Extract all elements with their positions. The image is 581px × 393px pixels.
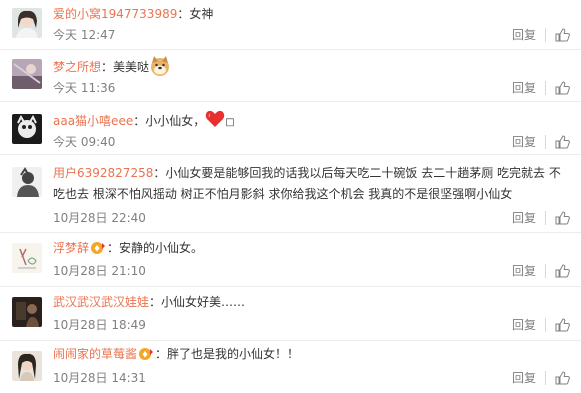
comment-body: 女神	[189, 7, 214, 21]
comment-text: 浮梦辞 ♦ ：安静的小仙女。	[53, 241, 204, 255]
comment-list: 爱的小窝1947733989：女神 今天 12:47 回复 梦之所想：美美哒 今…	[0, 0, 581, 393]
comment-actions: 回复	[512, 135, 575, 149]
like-button[interactable]	[546, 371, 575, 385]
avatar[interactable]	[12, 59, 42, 89]
thumbs-up-icon	[555, 28, 570, 42]
like-button[interactable]	[546, 318, 575, 332]
comment-actions: 回复	[512, 371, 575, 385]
thumbs-up-icon	[555, 371, 570, 385]
comment-time: 10月28日 18:49	[53, 318, 146, 332]
like-button[interactable]	[546, 28, 575, 42]
username-link[interactable]: 用户6392827258	[53, 166, 153, 180]
reply-button[interactable]: 回复	[512, 211, 546, 225]
comment-text: 梦之所想：美美哒	[53, 55, 563, 84]
comment-time: 今天 11:36	[53, 81, 116, 95]
comment-body: 美美哒	[113, 60, 150, 74]
reply-button[interactable]: 回复	[512, 28, 546, 42]
heart-icon	[205, 110, 225, 135]
comment-actions: 回复	[512, 264, 575, 278]
comment-time: 10月28日 21:10	[53, 264, 146, 278]
username-link[interactable]: aaa猫小嘻eee	[53, 114, 133, 128]
doge-icon	[149, 55, 171, 84]
comment-text: 武汉武汉武汉娃娃：小仙女好美……	[53, 295, 246, 309]
reply-button[interactable]: 回复	[512, 81, 546, 95]
username-link[interactable]: 武汉武汉武汉娃娃	[53, 295, 149, 309]
like-button[interactable]	[546, 81, 575, 95]
thumbs-up-icon	[555, 318, 570, 332]
reply-button[interactable]: 回复	[512, 318, 546, 332]
reply-button[interactable]: 回复	[512, 135, 546, 149]
comment-item: 爱的小窝1947733989：女神 今天 12:47 回复	[0, 0, 581, 49]
thumbs-up-icon	[555, 81, 570, 95]
comment-text: 用户6392827258：小仙女要是能够回我的话我以后每天吃二十碗饭 去二十趟茅…	[53, 166, 561, 201]
avatar[interactable]	[12, 297, 42, 327]
comment-time: 今天 12:47	[53, 28, 116, 42]
username-link[interactable]: 浮梦辞	[53, 241, 89, 255]
comment-item: aaa猫小嘻eee：小小仙女， □ 今天 09:40 回复	[0, 102, 581, 152]
comment-time: 10月28日 22:40	[53, 211, 146, 225]
comment-body: 安静的小仙女。	[119, 241, 204, 255]
comment-text: aaa猫小嘻eee：小小仙女， □	[53, 110, 563, 135]
comment-actions: 回复	[512, 211, 575, 225]
avatar[interactable]	[12, 243, 42, 273]
comment-item: 梦之所想：美美哒 今天 11:36 回复	[0, 50, 581, 99]
avatar[interactable]	[12, 114, 42, 144]
comment-time: 今天 09:40	[53, 135, 116, 149]
comment-item: 浮梦辞 ♦ ：安静的小仙女。 10月28日 21:10 回复	[0, 233, 581, 283]
svg-text:♦: ♦	[93, 245, 101, 255]
avatar[interactable]	[12, 351, 42, 381]
comment-body: 小小仙女，	[145, 114, 206, 128]
comment-item: 用户6392827258：小仙女要是能够回我的话我以后每天吃二十碗饭 去二十趟茅…	[0, 155, 581, 228]
thumbs-up-icon	[555, 264, 570, 278]
avatar[interactable]	[12, 8, 42, 38]
reply-button[interactable]: 回复	[512, 371, 546, 385]
comment-item: 闹闹家的草莓酱 ♦ ：胖了也是我的小仙女！！ 10月28日 14:31 回复	[0, 341, 581, 393]
comment-item: 武汉武汉武汉娃娃：小仙女好美…… 10月28日 18:49 回复	[0, 287, 581, 340]
svg-text:♦: ♦	[141, 351, 149, 361]
comment-text: 爱的小窝1947733989：女神	[53, 7, 214, 21]
vip-badge-icon[interactable]: ♦	[138, 347, 154, 361]
comment-body: 小仙女好美……	[161, 295, 246, 309]
comment-time: 10月28日 14:31	[53, 371, 146, 385]
comment-body: 胖了也是我的小仙女！！	[167, 347, 300, 361]
comment-actions: 回复	[512, 318, 575, 332]
username-link[interactable]: 闹闹家的草莓酱	[53, 347, 137, 361]
like-button[interactable]	[546, 211, 575, 225]
username-link[interactable]: 梦之所想	[53, 60, 101, 74]
reply-button[interactable]: 回复	[512, 264, 546, 278]
like-button[interactable]	[546, 135, 575, 149]
like-button[interactable]	[546, 264, 575, 278]
avatar[interactable]	[12, 167, 42, 197]
thumbs-up-icon	[555, 211, 570, 225]
comment-actions: 回复	[512, 28, 575, 42]
thumbs-up-icon	[555, 135, 570, 149]
comment-text: 闹闹家的草莓酱 ♦ ：胖了也是我的小仙女！！	[53, 347, 300, 361]
comment-actions: 回复	[512, 81, 575, 95]
username-link[interactable]: 爱的小窝1947733989	[53, 7, 177, 21]
vip-badge-icon[interactable]: ♦	[90, 241, 106, 255]
